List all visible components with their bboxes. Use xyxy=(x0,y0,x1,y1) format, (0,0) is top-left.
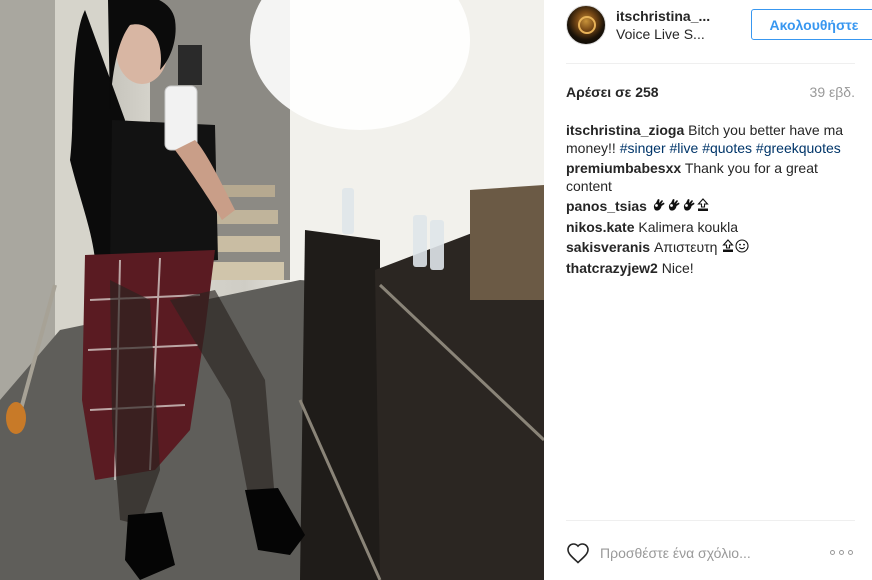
post-side-panel: itschristina_... Voice Live S... Ακολουθ… xyxy=(544,0,872,580)
comment-list: itschristina_zioga Bitch you better have… xyxy=(566,121,858,279)
follow-button[interactable]: Ακολουθήστε xyxy=(751,9,872,40)
likes-count[interactable]: Αρέσει σε 258 xyxy=(566,84,659,100)
comment-item: nikos.kate Kalimera koukla xyxy=(566,218,858,236)
comment-text: Nice! xyxy=(661,260,694,276)
ok-hand-icon xyxy=(667,198,681,216)
hashtag-link[interactable]: #greekquotes xyxy=(756,140,841,156)
case-lid xyxy=(300,230,380,580)
heart-outline-icon[interactable] xyxy=(566,542,590,564)
more-options-icon[interactable] xyxy=(830,547,856,559)
comment-text: Απιστευτη xyxy=(653,239,718,255)
comment-item: panos_tsias xyxy=(566,197,858,216)
photo-illustration xyxy=(0,0,544,580)
hashtag-link[interactable]: #live xyxy=(670,140,699,156)
comment-text: Kalimera koukla xyxy=(638,219,738,235)
water-bottle xyxy=(342,188,354,234)
comment-item: sakisveranis Απιστευτη xyxy=(566,238,858,257)
footer-divider xyxy=(566,520,855,521)
smiling-face-icon xyxy=(735,239,749,257)
comment-item: premiumbabesxx Thank you for a great con… xyxy=(566,159,858,195)
background-person xyxy=(178,45,202,85)
comment-username[interactable]: sakisveranis xyxy=(566,239,650,255)
hashtag-link[interactable]: #quotes xyxy=(702,140,752,156)
case-handle-section xyxy=(470,185,544,300)
water-bottle xyxy=(430,220,444,270)
comment-input[interactable] xyxy=(600,542,820,564)
avatar-logo-icon xyxy=(578,16,596,34)
ok-hand-icon xyxy=(652,198,666,216)
broom-head xyxy=(6,402,26,434)
post-location[interactable]: Voice Live S... xyxy=(616,26,705,42)
post-username[interactable]: itschristina_... xyxy=(616,8,710,24)
post-header: itschristina_... Voice Live S... Ακολουθ… xyxy=(566,5,872,47)
top-arrow-icon xyxy=(722,239,735,257)
top-arrow-icon xyxy=(697,198,709,216)
water-bottle xyxy=(413,215,427,267)
comment-username[interactable]: itschristina_zioga xyxy=(566,122,684,138)
phone xyxy=(164,85,198,151)
header-divider xyxy=(566,63,855,64)
comment-item: itschristina_zioga Bitch you better have… xyxy=(566,121,858,157)
likes-row: Αρέσει σε 258 39 εβδ. xyxy=(566,84,855,104)
post-time-ago[interactable]: 39 εβδ. xyxy=(810,84,855,100)
comment-item: thatcrazyjew2 Nice! xyxy=(566,259,858,277)
black-bodysuit xyxy=(110,120,218,270)
comment-username[interactable]: nikos.kate xyxy=(566,219,634,235)
post-photo xyxy=(0,0,544,580)
ok-hand-icon xyxy=(682,198,696,216)
hashtag-link[interactable]: #singer xyxy=(620,140,666,156)
avatar[interactable] xyxy=(566,5,606,45)
comment-username[interactable]: premiumbabesxx xyxy=(566,160,681,176)
add-comment-row xyxy=(566,540,856,566)
comment-username[interactable]: panos_tsias xyxy=(566,198,647,214)
comment-username[interactable]: thatcrazyjew2 xyxy=(566,260,658,276)
